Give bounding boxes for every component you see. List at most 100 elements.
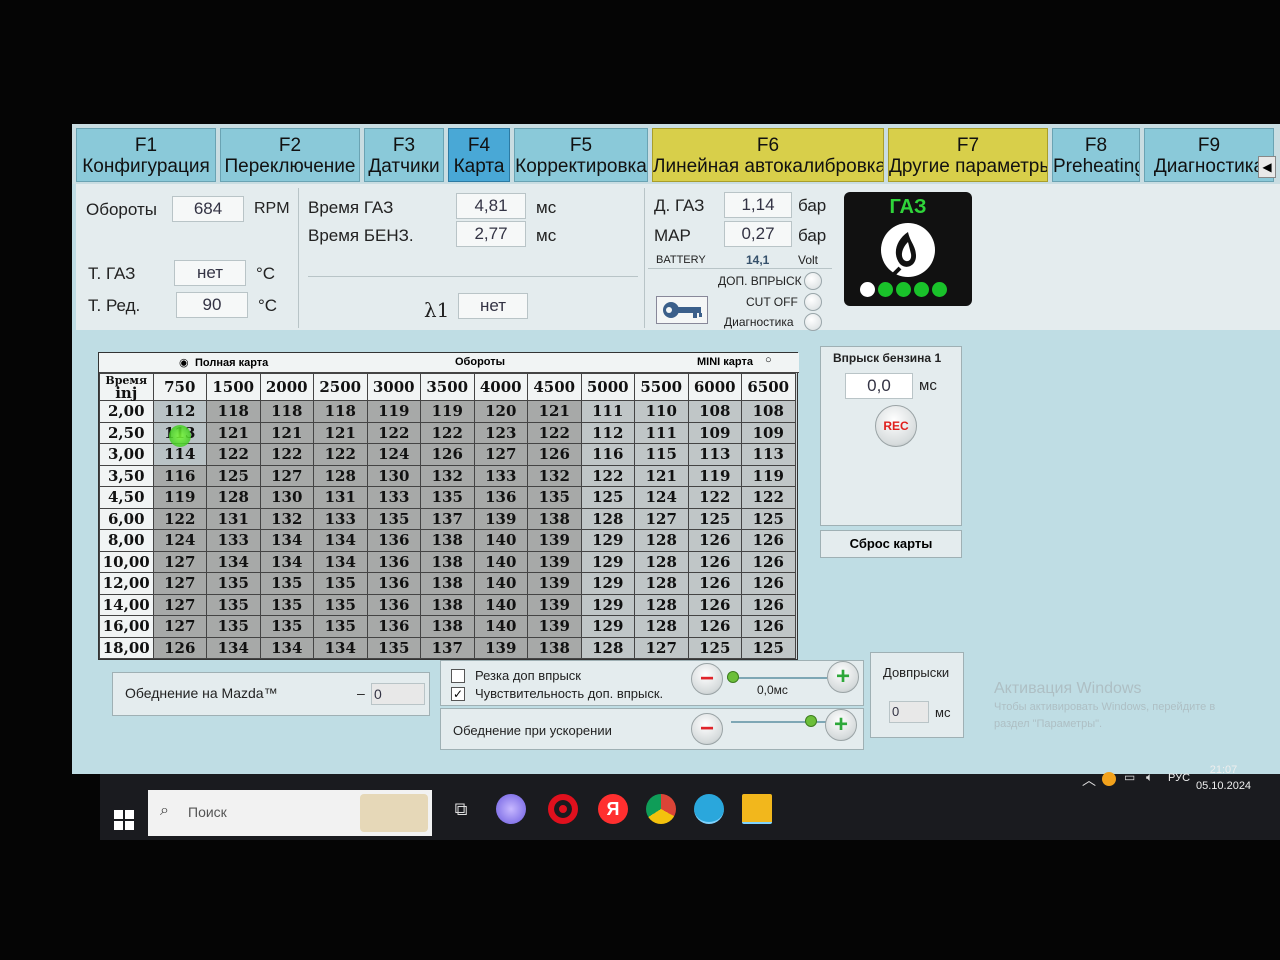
map-cell[interactable]: 121 <box>634 464 689 487</box>
tab-configuration[interactable]: F1 Конфигурация <box>76 128 216 182</box>
map-cell[interactable]: 136 <box>366 572 421 595</box>
map-cell[interactable]: 119 <box>687 464 742 487</box>
map-cell[interactable]: 135 <box>366 636 421 659</box>
windows-start-icon[interactable] <box>114 810 134 830</box>
map-cell[interactable]: 134 <box>206 636 261 659</box>
map-cell[interactable]: 109 <box>741 421 796 444</box>
tab-diagnostics[interactable]: F9 Диагностика <box>1144 128 1274 182</box>
rpm-column-header[interactable]: 3500 <box>420 373 475 401</box>
rec-button[interactable]: REC <box>875 405 917 447</box>
map-cell[interactable]: 126 <box>687 593 742 616</box>
map-cell[interactable]: 139 <box>527 593 582 616</box>
tab-map[interactable]: F4 Карта <box>448 128 510 182</box>
map-cell[interactable]: 126 <box>687 529 742 552</box>
map-cell[interactable]: 113 <box>741 443 796 466</box>
full-map-radio[interactable]: ◉ <box>179 356 189 369</box>
alice-assistant-icon[interactable] <box>496 794 526 824</box>
map-cell[interactable]: 127 <box>152 572 207 595</box>
map-cell[interactable]: 138 <box>420 550 475 573</box>
map-cell[interactable]: 111 <box>634 421 689 444</box>
inj-time-row-header[interactable]: 10,00 <box>99 550 154 573</box>
map-cell[interactable]: 136 <box>366 529 421 552</box>
inj-time-row-header[interactable]: 12,00 <box>99 572 154 595</box>
map-cell[interactable]: 127 <box>634 636 689 659</box>
map-cell[interactable]: 128 <box>634 529 689 552</box>
map-cell[interactable]: 122 <box>152 507 207 530</box>
sensitivity-plus-button[interactable]: + <box>827 661 859 693</box>
map-cell[interactable]: 116 <box>152 464 207 487</box>
map-cell[interactable]: 134 <box>259 529 314 552</box>
tabs-scroll-left-icon[interactable]: ◀ <box>1258 156 1276 178</box>
map-cell[interactable]: 127 <box>152 550 207 573</box>
map-cell[interactable]: 134 <box>259 550 314 573</box>
reset-map-button[interactable]: Сброс карты <box>820 530 962 558</box>
map-cell[interactable]: 131 <box>313 486 368 509</box>
map-cell[interactable]: 140 <box>473 593 528 616</box>
map-cell[interactable]: 139 <box>473 507 528 530</box>
inj-time-row-header[interactable]: 2,00 <box>99 400 154 423</box>
map-cell[interactable]: 135 <box>259 615 314 638</box>
yandex-browser-icon[interactable]: Я <box>598 794 628 824</box>
file-explorer-icon[interactable] <box>742 794 772 824</box>
dovpryski-input[interactable]: 0 <box>889 701 929 723</box>
tab-sensors[interactable]: F3 Датчики <box>364 128 444 182</box>
gas-app-icon[interactable] <box>694 794 724 824</box>
map-cell[interactable]: 133 <box>473 464 528 487</box>
map-cell[interactable]: 129 <box>580 529 635 552</box>
map-cell[interactable]: 122 <box>366 421 421 444</box>
map-cell[interactable]: 136 <box>473 486 528 509</box>
map-cell[interactable]: 135 <box>366 507 421 530</box>
map-cell[interactable]: 125 <box>741 636 796 659</box>
map-cell[interactable]: 133 <box>366 486 421 509</box>
tab-linear-autocalibration[interactable]: F6 Линейная автокалибровка <box>652 128 884 182</box>
map-cell[interactable]: 133 <box>206 529 261 552</box>
map-cell[interactable]: 140 <box>473 550 528 573</box>
map-cell[interactable]: 128 <box>206 486 261 509</box>
inj-time-row-header[interactable]: 18,00 <box>99 636 154 659</box>
map-cell[interactable]: 129 <box>580 615 635 638</box>
tray-chevron-icon[interactable]: ︿ <box>1082 770 1096 790</box>
mini-map-radio[interactable]: ○ <box>765 354 772 366</box>
map-cell[interactable]: 128 <box>580 507 635 530</box>
map-cell[interactable]: 115 <box>634 443 689 466</box>
rpm-column-header[interactable]: 1500 <box>206 373 261 401</box>
map-cell[interactable]: 140 <box>473 615 528 638</box>
map-cell[interactable]: 126 <box>741 593 796 616</box>
inj-time-row-header[interactable]: 8,00 <box>99 529 154 552</box>
map-cell[interactable]: 130 <box>366 464 421 487</box>
chrome-browser-icon[interactable] <box>646 794 676 824</box>
map-cell[interactable]: 122 <box>313 443 368 466</box>
map-cell[interactable]: 139 <box>473 636 528 659</box>
tab-other-parameters[interactable]: F7 Другие параметры <box>888 128 1048 182</box>
tab-preheating[interactable]: F8 Preheating <box>1052 128 1140 182</box>
map-cell[interactable]: 138 <box>527 507 582 530</box>
map-cell[interactable]: 121 <box>527 400 582 423</box>
map-cell[interactable]: 139 <box>527 572 582 595</box>
sensitivity-minus-button[interactable]: − <box>691 663 723 695</box>
accel-plus-button[interactable]: + <box>825 709 857 741</box>
map-cell[interactable]: 122 <box>580 464 635 487</box>
inj-time-row-header[interactable]: 16,00 <box>99 615 154 638</box>
rezka-checkbox[interactable] <box>451 669 465 683</box>
map-cell[interactable]: 134 <box>313 529 368 552</box>
map-cell[interactable]: 123 <box>473 421 528 444</box>
map-cell[interactable]: 128 <box>634 550 689 573</box>
inj-time-row-header[interactable]: 3,00 <box>99 443 154 466</box>
map-cell[interactable]: 134 <box>313 636 368 659</box>
map-cell[interactable]: 129 <box>580 593 635 616</box>
map-cell[interactable]: 136 <box>366 550 421 573</box>
inj-time-row-header[interactable]: 14,00 <box>99 593 154 616</box>
map-cell[interactable]: 125 <box>687 636 742 659</box>
map-cell[interactable]: 132 <box>420 464 475 487</box>
map-cell[interactable]: 135 <box>259 593 314 616</box>
map-cell[interactable]: 110 <box>634 400 689 423</box>
map-cell[interactable]: 135 <box>206 593 261 616</box>
map-cell[interactable]: 116 <box>580 443 635 466</box>
rpm-column-header[interactable]: 5500 <box>634 373 689 401</box>
map-cell[interactable]: 134 <box>313 550 368 573</box>
map-cell[interactable]: 127 <box>152 615 207 638</box>
network-icon[interactable]: ▭ <box>1124 770 1135 784</box>
map-cell[interactable]: 122 <box>741 486 796 509</box>
map-cell[interactable]: 128 <box>580 636 635 659</box>
map-cell[interactable]: 126 <box>687 572 742 595</box>
